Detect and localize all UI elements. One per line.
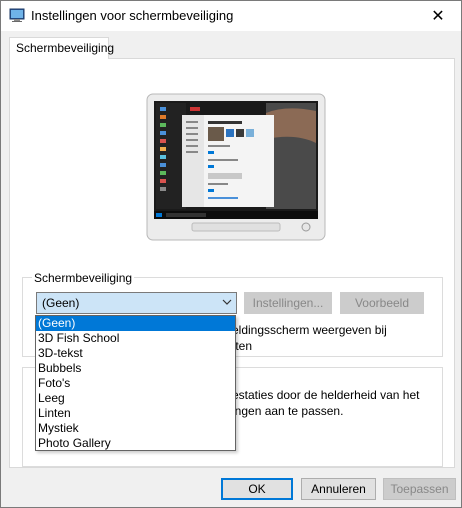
- resume-text-line-1: eldingsscherm weergeven bij: [232, 323, 387, 337]
- chevron-down-icon: [222, 299, 232, 305]
- screensaver-dropdown-list: (Geen) 3D Fish School 3D-tekst Bubbels F…: [35, 315, 236, 451]
- screensaver-select[interactable]: (Geen): [36, 292, 237, 314]
- cancel-button[interactable]: Annuleren: [301, 478, 376, 500]
- resume-text: eldingsscherm weergeven bij tten: [232, 322, 432, 354]
- settings-button[interactable]: Instellingen...: [244, 292, 332, 314]
- power-text-line-1: estaties door de helderheid van het: [232, 388, 420, 402]
- dropdown-option[interactable]: (Geen): [36, 316, 235, 331]
- dropdown-option[interactable]: Bubbels: [36, 361, 235, 376]
- dropdown-option[interactable]: Leeg: [36, 391, 235, 406]
- screensaver-group-label: Schermbeveiliging: [32, 271, 135, 285]
- dropdown-option[interactable]: 3D-tekst: [36, 346, 235, 361]
- screensaver-app-icon: [9, 8, 25, 22]
- close-icon: ✕: [431, 8, 445, 25]
- dropdown-option[interactable]: Linten: [36, 406, 235, 421]
- monitor-preview-image: [146, 93, 326, 241]
- close-button[interactable]: ✕: [415, 1, 461, 31]
- power-text: estaties door de helderheid van het inge…: [232, 387, 432, 419]
- screensaver-select-value: (Geen): [42, 296, 80, 310]
- ok-button[interactable]: OK: [221, 478, 293, 500]
- tab-screensaver[interactable]: Schermbeveiliging: [9, 37, 114, 59]
- dropdown-option[interactable]: 3D Fish School: [36, 331, 235, 346]
- power-text-line-2: ingen aan te passen.: [232, 404, 344, 418]
- resume-text-line-2: tten: [232, 339, 253, 353]
- dropdown-option[interactable]: Mystiek: [36, 421, 235, 436]
- apply-button[interactable]: Toepassen: [383, 478, 456, 500]
- window-title: Instellingen voor schermbeveiliging: [31, 8, 234, 23]
- dropdown-option[interactable]: Foto's: [36, 376, 235, 391]
- screensaver-settings-dialog: Instellingen voor schermbeveiliging ✕ Sc…: [0, 0, 462, 508]
- dropdown-option[interactable]: Photo Gallery: [36, 436, 235, 451]
- title-bar: Instellingen voor schermbeveiliging ✕: [1, 1, 461, 31]
- preview-button[interactable]: Voorbeeld: [340, 292, 424, 314]
